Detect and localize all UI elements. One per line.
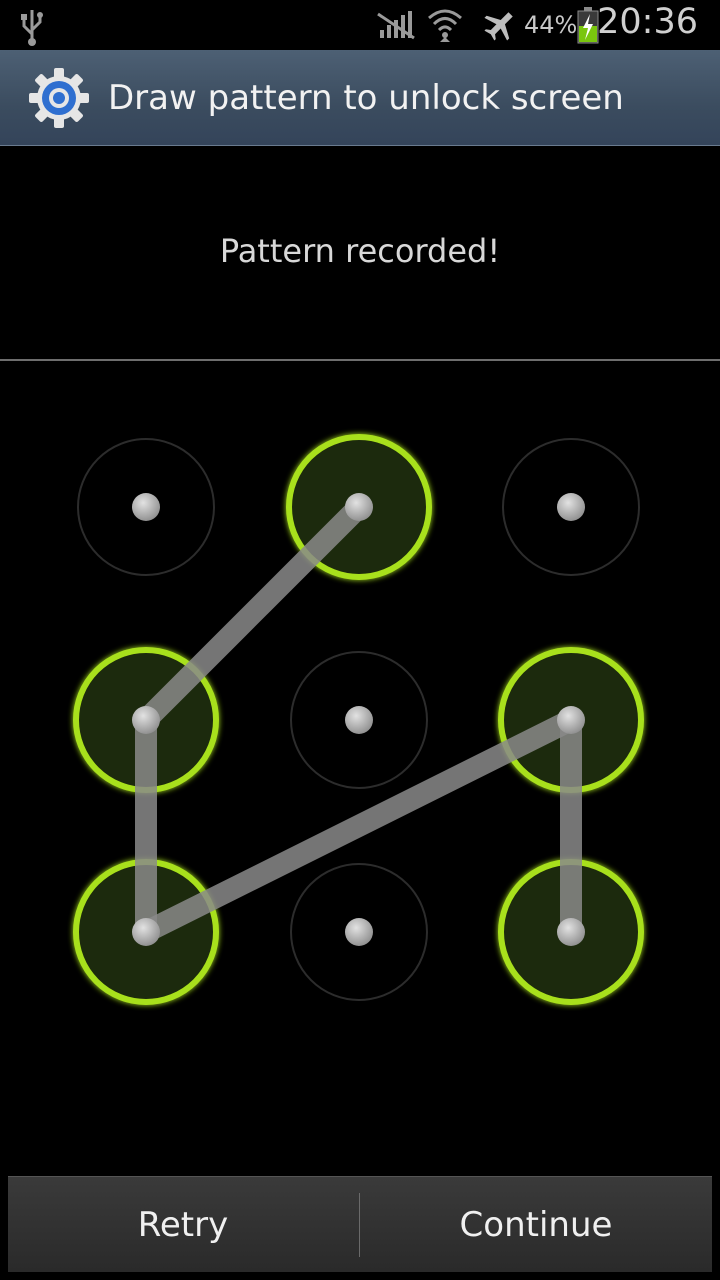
retry-button[interactable]: Retry <box>8 1177 358 1273</box>
pattern-grid[interactable] <box>0 0 720 1280</box>
pattern-node-dot <box>132 918 160 946</box>
pattern-node-dot <box>345 493 373 521</box>
pattern-node-dot <box>557 493 585 521</box>
pattern-node-dot <box>345 918 373 946</box>
pattern-node-dot <box>557 706 585 734</box>
pattern-node-dot <box>132 493 160 521</box>
pattern-node-dot <box>345 706 373 734</box>
pattern-node-dot <box>557 918 585 946</box>
button-bar: Retry Continue <box>8 1176 712 1272</box>
pattern-lock-screen: 44% 20:36 Draw pattern to unlock screen … <box>0 0 720 1280</box>
pattern-path-segment <box>135 496 370 731</box>
pattern-node-dot <box>132 706 160 734</box>
continue-button[interactable]: Continue <box>360 1177 712 1273</box>
